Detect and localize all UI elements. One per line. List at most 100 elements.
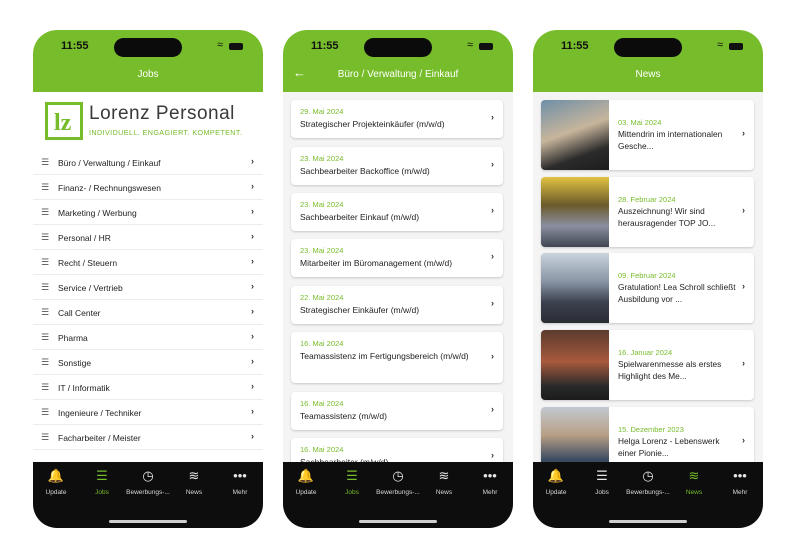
tab-bell[interactable]: 🔔 Update bbox=[533, 468, 579, 496]
tab-clock[interactable]: ◷ Bewerbungs-... bbox=[375, 468, 421, 496]
tab-list[interactable]: ☰ Jobs bbox=[329, 468, 375, 496]
status-time: 11:55 bbox=[561, 40, 589, 52]
job-card[interactable]: 29. Mai 2024 Strategischer Projekteinkäuf… bbox=[291, 100, 503, 138]
job-list: 29. Mai 2024 Strategischer Projekteinkäuf… bbox=[283, 92, 513, 462]
chevron-right-icon: › bbox=[742, 435, 745, 445]
tab-label: Jobs bbox=[595, 489, 609, 496]
chevron-right-icon: › bbox=[251, 306, 254, 316]
news-title: Helga Lorenz - Lebenswerk einer Pionie..… bbox=[618, 436, 720, 458]
tab-bell[interactable]: 🔔 Update bbox=[33, 468, 79, 496]
news-thumbnail bbox=[541, 407, 609, 462]
tab-list[interactable]: ☰ Jobs bbox=[79, 468, 125, 496]
tab-rss[interactable]: ≋ News bbox=[421, 468, 467, 496]
status-bar: 11:55 ≈ bbox=[33, 36, 263, 58]
home-indicator bbox=[359, 520, 437, 523]
category-item[interactable]: ☰ Pharma › bbox=[33, 325, 263, 350]
tab-clock[interactable]: ◷ Bewerbungs-... bbox=[125, 468, 171, 496]
list-icon: ☰ bbox=[41, 307, 50, 317]
tab-rss[interactable]: ≋ News bbox=[171, 468, 217, 496]
tab-label: Jobs bbox=[95, 489, 109, 496]
more-icon: ••• bbox=[733, 468, 747, 483]
bell-icon: 🔔 bbox=[47, 468, 65, 483]
category-item[interactable]: ☰ Sonstige › bbox=[33, 350, 263, 375]
home-indicator bbox=[609, 520, 687, 523]
job-card[interactable]: 16. Mai 2024 Teamassistenz im Fertigungsb… bbox=[291, 332, 503, 383]
tab-label: News bbox=[185, 489, 203, 496]
news-title: Mittendrin im internationalen Gesche... bbox=[618, 129, 723, 151]
job-card[interactable]: 23. Mai 2024 Mitarbeiter im Büromanagemen… bbox=[291, 239, 503, 277]
list-icon: ☰ bbox=[41, 382, 50, 392]
dynamic-island bbox=[614, 38, 682, 57]
job-title: Teamassistenz (m/w/d) bbox=[300, 411, 387, 421]
news-thumbnail bbox=[541, 253, 609, 323]
logo-name: Lorenz Personal bbox=[89, 103, 235, 124]
job-card[interactable]: 16. Mai 2024 Sachbearbeiter (m/w/d) › bbox=[291, 438, 503, 462]
tab-label: Bewerbungs-... bbox=[126, 489, 170, 496]
job-card[interactable]: 23. Mai 2024 Sachbearbeiter Einkauf (m/w/… bbox=[291, 193, 503, 231]
category-item[interactable]: ☰ Finanz- / Rechnungswesen › bbox=[33, 175, 263, 200]
news-title: Spielwarenmesse als erstes Highlight des… bbox=[618, 359, 722, 381]
job-title: Mitarbeiter im Büromanagement (m/w/d) bbox=[300, 258, 453, 268]
page-title: News bbox=[635, 69, 661, 80]
category-item[interactable]: ☰ Ingenieure / Techniker › bbox=[33, 400, 263, 425]
category-item[interactable]: ☰ Recht / Steuern › bbox=[33, 250, 263, 275]
tab-label: Update bbox=[545, 489, 567, 496]
category-item[interactable]: ☰ Marketing / Werbung › bbox=[33, 200, 263, 225]
chevron-right-icon: › bbox=[491, 298, 494, 308]
tab-list[interactable]: ☰ Jobs bbox=[579, 468, 625, 496]
tab-more[interactable]: ••• Mehr bbox=[717, 468, 763, 496]
job-title: Sachbearbeiter Einkauf (m/w/d) bbox=[300, 212, 420, 222]
news-card[interactable]: 09. Februar 2024 Gratulation! Lea Schroll… bbox=[541, 253, 754, 323]
job-card[interactable]: 22. Mai 2024 Strategischer Einkäufer (m/w… bbox=[291, 286, 503, 324]
job-card[interactable]: 16. Mai 2024 Teamassistenz (m/w/d) › bbox=[291, 392, 503, 430]
status-bar: 11:55 ≈ bbox=[283, 36, 513, 58]
tab-label: Mehr bbox=[732, 489, 748, 496]
tab-more[interactable]: ••• Mehr bbox=[467, 468, 513, 496]
clock-icon: ◷ bbox=[642, 468, 654, 483]
category-item[interactable]: ☰ Personal / HR › bbox=[33, 225, 263, 250]
list-icon: ☰ bbox=[41, 357, 50, 367]
wifi-icon: ≈ bbox=[216, 39, 223, 51]
job-card[interactable]: 23. Mai 2024 Sachbearbeiter Backoffice (m… bbox=[291, 147, 503, 185]
job-title: Sachbearbeiter Backoffice (m/w/d) bbox=[300, 166, 430, 176]
news-card[interactable]: 03. Mai 2024 Mittendrin im internationale… bbox=[541, 100, 754, 170]
category-item[interactable]: ☰ Call Center › bbox=[33, 300, 263, 325]
job-title: Teamassistenz im Fertigungsbereich (m/w/… bbox=[300, 351, 469, 361]
bell-icon: 🔔 bbox=[297, 468, 315, 483]
category-label: Recht / Steuern bbox=[58, 258, 118, 268]
news-card[interactable]: 15. Dezember 2023 Helga Lorenz - Lebenswe… bbox=[541, 407, 754, 462]
job-title: Strategischer Projekteinkäufer (m/w/d) bbox=[300, 119, 445, 129]
lorenz-personal-logo: lz Lorenz Personal INDIVIDUELL. ENGAGIER… bbox=[45, 100, 251, 144]
chevron-right-icon: › bbox=[742, 281, 745, 291]
chevron-right-icon: › bbox=[742, 358, 745, 368]
job-date: 23. Mai 2024 bbox=[300, 200, 344, 209]
more-icon: ••• bbox=[483, 468, 497, 483]
tab-label: News bbox=[685, 489, 703, 496]
tab-bell[interactable]: 🔔 Update bbox=[283, 468, 329, 496]
tab-clock[interactable]: ◷ Bewerbungs-... bbox=[625, 468, 671, 496]
category-item[interactable]: ☰ Büro / Verwaltung / Einkauf › bbox=[33, 150, 263, 175]
category-label: Call Center bbox=[58, 308, 101, 318]
tab-more[interactable]: ••• Mehr bbox=[217, 468, 263, 496]
list-icon: ☰ bbox=[41, 432, 50, 442]
news-date: 15. Dezember 2023 bbox=[618, 425, 684, 434]
news-card[interactable]: 16. Januar 2024 Spielwarenmesse als erste… bbox=[541, 330, 754, 400]
category-item[interactable]: ☰ IT / Informatik › bbox=[33, 375, 263, 400]
job-date: 16. Mai 2024 bbox=[300, 399, 344, 408]
wifi-icon: ≈ bbox=[716, 39, 723, 51]
list-icon: ☰ bbox=[41, 282, 50, 292]
tab-bar: 🔔 Update ☰ Jobs ◷ Bewerbungs-... ≋ News ••• Mehr bbox=[533, 462, 763, 528]
category-label: Sonstige bbox=[58, 358, 92, 368]
tab-rss[interactable]: ≋ News bbox=[671, 468, 717, 496]
logo-mark-icon: lz bbox=[45, 102, 83, 140]
news-card[interactable]: 28. Februar 2024 Auszeichnung! Wir sind h… bbox=[541, 177, 754, 247]
home-indicator bbox=[109, 520, 187, 523]
news-title: Gratulation! Lea Schroll schließt Ausbil… bbox=[618, 282, 736, 304]
category-label: Marketing / Werbung bbox=[58, 208, 137, 218]
list-icon: ☰ bbox=[96, 468, 108, 483]
category-item[interactable]: ☰ Facharbeiter / Meister › bbox=[33, 425, 263, 450]
job-date: 16. Mai 2024 bbox=[300, 445, 344, 454]
clock-icon: ◷ bbox=[142, 468, 154, 483]
tab-label: Update bbox=[45, 489, 67, 496]
category-item[interactable]: ☰ Service / Vertrieb › bbox=[33, 275, 263, 300]
